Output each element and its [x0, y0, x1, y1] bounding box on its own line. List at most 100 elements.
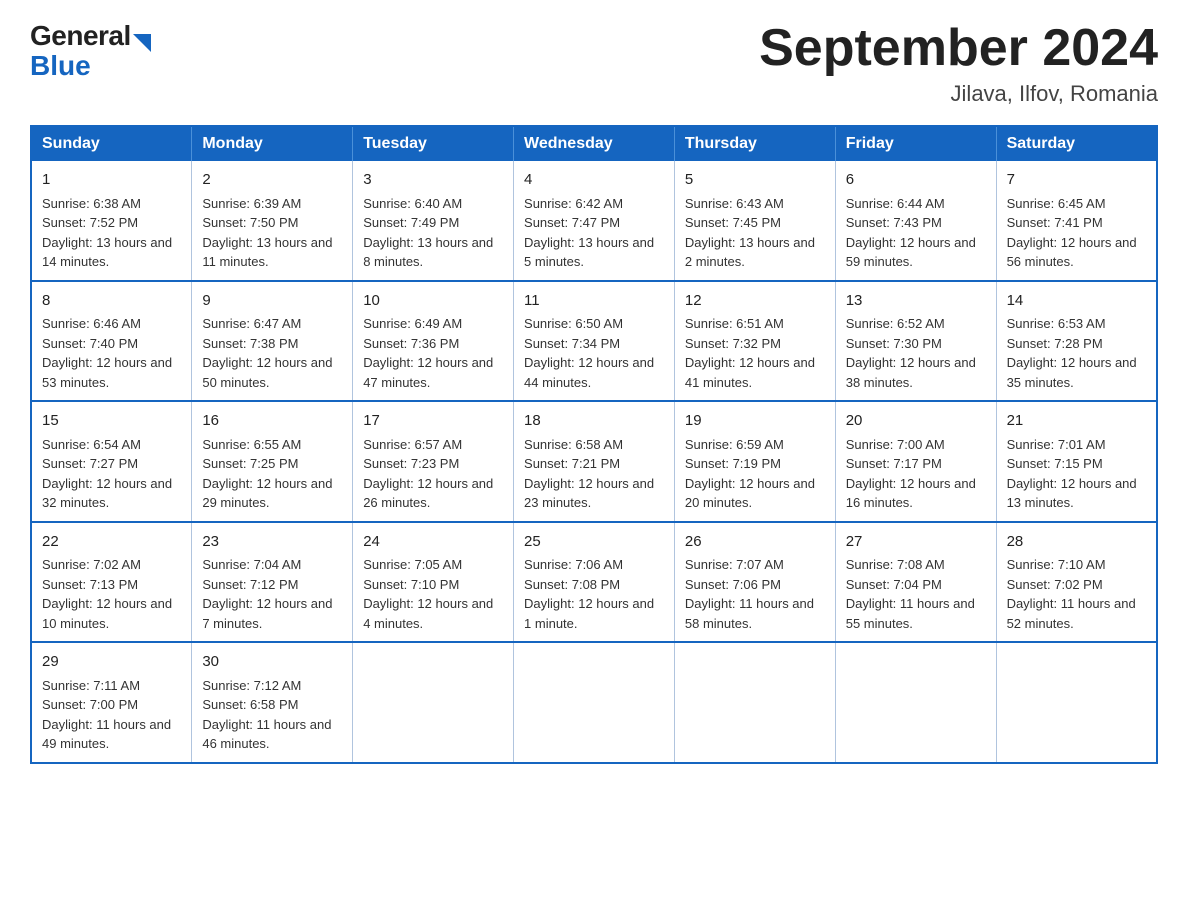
weekday-header-monday: Monday: [192, 126, 353, 161]
day-info: Sunrise: 6:52 AMSunset: 7:30 PMDaylight:…: [846, 316, 976, 390]
calendar-week-row: 8Sunrise: 6:46 AMSunset: 7:40 PMDaylight…: [31, 281, 1157, 402]
calendar-cell: 18 Sunrise: 6:58 AMSunset: 7:21 PMDayligh…: [514, 401, 675, 522]
calendar-cell: 3 Sunrise: 6:40 AMSunset: 7:49 PMDaylight…: [353, 161, 514, 281]
day-number: 16: [202, 410, 342, 433]
day-info: Sunrise: 6:59 AMSunset: 7:19 PMDaylight:…: [685, 437, 815, 511]
day-info: Sunrise: 6:43 AMSunset: 7:45 PMDaylight:…: [685, 196, 815, 270]
calendar-cell: 24 Sunrise: 7:05 AMSunset: 7:10 PMDayligh…: [353, 522, 514, 643]
day-info: Sunrise: 7:12 AMSunset: 6:58 PMDaylight:…: [202, 678, 331, 752]
day-info: Sunrise: 7:05 AMSunset: 7:10 PMDaylight:…: [363, 557, 493, 631]
day-info: Sunrise: 6:39 AMSunset: 7:50 PMDaylight:…: [202, 196, 332, 270]
calendar-cell: 12 Sunrise: 6:51 AMSunset: 7:32 PMDayligh…: [674, 281, 835, 402]
day-info: Sunrise: 7:10 AMSunset: 7:02 PMDaylight:…: [1007, 557, 1136, 631]
day-info: Sunrise: 7:06 AMSunset: 7:08 PMDaylight:…: [524, 557, 654, 631]
calendar-week-row: 22Sunrise: 7:02 AMSunset: 7:13 PMDayligh…: [31, 522, 1157, 643]
day-info: Sunrise: 7:02 AMSunset: 7:13 PMDaylight:…: [42, 557, 172, 631]
day-number: 29: [42, 651, 181, 674]
day-number: 30: [202, 651, 342, 674]
calendar-title: September 2024: [759, 20, 1158, 77]
calendar-cell: 28 Sunrise: 7:10 AMSunset: 7:02 PMDayligh…: [996, 522, 1157, 643]
day-info: Sunrise: 7:07 AMSunset: 7:06 PMDaylight:…: [685, 557, 814, 631]
calendar-cell: 23 Sunrise: 7:04 AMSunset: 7:12 PMDayligh…: [192, 522, 353, 643]
day-number: 23: [202, 531, 342, 554]
calendar-cell: 30 Sunrise: 7:12 AMSunset: 6:58 PMDayligh…: [192, 642, 353, 763]
calendar-cell: [996, 642, 1157, 763]
calendar-cell: [353, 642, 514, 763]
day-number: 17: [363, 410, 503, 433]
day-number: 21: [1007, 410, 1146, 433]
day-info: Sunrise: 6:51 AMSunset: 7:32 PMDaylight:…: [685, 316, 815, 390]
day-number: 28: [1007, 531, 1146, 554]
calendar-cell: 1 Sunrise: 6:38 AMSunset: 7:52 PMDaylight…: [31, 161, 192, 281]
logo: General Blue: [30, 20, 151, 80]
calendar-cell: 2 Sunrise: 6:39 AMSunset: 7:50 PMDaylight…: [192, 161, 353, 281]
day-info: Sunrise: 6:44 AMSunset: 7:43 PMDaylight:…: [846, 196, 976, 270]
calendar-week-row: 1 Sunrise: 6:38 AMSunset: 7:52 PMDaylight…: [31, 161, 1157, 281]
day-number: 25: [524, 531, 664, 554]
weekday-header-wednesday: Wednesday: [514, 126, 675, 161]
day-info: Sunrise: 6:54 AMSunset: 7:27 PMDaylight:…: [42, 437, 172, 511]
calendar-week-row: 29 Sunrise: 7:11 AMSunset: 7:00 PMDayligh…: [31, 642, 1157, 763]
day-number: 2: [202, 169, 342, 192]
day-info: Sunrise: 6:55 AMSunset: 7:25 PMDaylight:…: [202, 437, 332, 511]
day-number: 24: [363, 531, 503, 554]
day-info: Sunrise: 6:42 AMSunset: 7:47 PMDaylight:…: [524, 196, 654, 270]
calendar-cell: 6 Sunrise: 6:44 AMSunset: 7:43 PMDaylight…: [835, 161, 996, 281]
weekday-header-tuesday: Tuesday: [353, 126, 514, 161]
day-number: 13: [846, 290, 986, 313]
day-info: Sunrise: 6:38 AMSunset: 7:52 PMDaylight:…: [42, 196, 172, 270]
day-info: Sunrise: 6:49 AMSunset: 7:36 PMDaylight:…: [363, 316, 493, 390]
calendar-cell: 8Sunrise: 6:46 AMSunset: 7:40 PMDaylight…: [31, 281, 192, 402]
day-number: 5: [685, 169, 825, 192]
day-number: 18: [524, 410, 664, 433]
calendar-cell: 10 Sunrise: 6:49 AMSunset: 7:36 PMDayligh…: [353, 281, 514, 402]
calendar-cell: 21 Sunrise: 7:01 AMSunset: 7:15 PMDayligh…: [996, 401, 1157, 522]
calendar-cell: 5 Sunrise: 6:43 AMSunset: 7:45 PMDaylight…: [674, 161, 835, 281]
day-number: 4: [524, 169, 664, 192]
day-info: Sunrise: 6:45 AMSunset: 7:41 PMDaylight:…: [1007, 196, 1137, 270]
calendar-cell: [674, 642, 835, 763]
day-number: 3: [363, 169, 503, 192]
day-number: 9: [202, 290, 342, 313]
day-number: 26: [685, 531, 825, 554]
calendar-cell: 15 Sunrise: 6:54 AMSunset: 7:27 PMDayligh…: [31, 401, 192, 522]
day-info: Sunrise: 7:01 AMSunset: 7:15 PMDaylight:…: [1007, 437, 1137, 511]
day-info: Sunrise: 6:53 AMSunset: 7:28 PMDaylight:…: [1007, 316, 1137, 390]
calendar-cell: [835, 642, 996, 763]
logo-arrow-icon: [133, 34, 151, 52]
day-number: 12: [685, 290, 825, 313]
day-number: 20: [846, 410, 986, 433]
day-info: Sunrise: 7:00 AMSunset: 7:17 PMDaylight:…: [846, 437, 976, 511]
logo-general-text: General: [30, 20, 131, 52]
calendar-cell: 19 Sunrise: 6:59 AMSunset: 7:19 PMDayligh…: [674, 401, 835, 522]
calendar-cell: 13 Sunrise: 6:52 AMSunset: 7:30 PMDayligh…: [835, 281, 996, 402]
day-info: Sunrise: 6:58 AMSunset: 7:21 PMDaylight:…: [524, 437, 654, 511]
day-number: 19: [685, 410, 825, 433]
day-info: Sunrise: 7:04 AMSunset: 7:12 PMDaylight:…: [202, 557, 332, 631]
weekday-header-thursday: Thursday: [674, 126, 835, 161]
day-info: Sunrise: 7:08 AMSunset: 7:04 PMDaylight:…: [846, 557, 975, 631]
day-info: Sunrise: 6:57 AMSunset: 7:23 PMDaylight:…: [363, 437, 493, 511]
calendar-cell: 29 Sunrise: 7:11 AMSunset: 7:00 PMDayligh…: [31, 642, 192, 763]
day-info: Sunrise: 6:46 AMSunset: 7:40 PMDaylight:…: [42, 316, 172, 390]
day-number: 6: [846, 169, 986, 192]
calendar-cell: 20 Sunrise: 7:00 AMSunset: 7:17 PMDayligh…: [835, 401, 996, 522]
weekday-header-saturday: Saturday: [996, 126, 1157, 161]
logo-blue-text: Blue: [30, 50, 91, 81]
day-number: 15: [42, 410, 181, 433]
calendar-cell: 11 Sunrise: 6:50 AMSunset: 7:34 PMDayligh…: [514, 281, 675, 402]
day-info: Sunrise: 7:11 AMSunset: 7:00 PMDaylight:…: [42, 678, 171, 752]
day-info: Sunrise: 6:50 AMSunset: 7:34 PMDaylight:…: [524, 316, 654, 390]
calendar-subtitle: Jilava, Ilfov, Romania: [759, 81, 1158, 107]
calendar-cell: 27Sunrise: 7:08 AMSunset: 7:04 PMDayligh…: [835, 522, 996, 643]
weekday-header-friday: Friday: [835, 126, 996, 161]
calendar-title-block: September 2024 Jilava, Ilfov, Romania: [759, 20, 1158, 107]
calendar-header-row: SundayMondayTuesdayWednesdayThursdayFrid…: [31, 126, 1157, 161]
calendar-table: SundayMondayTuesdayWednesdayThursdayFrid…: [30, 125, 1158, 764]
day-number: 11: [524, 290, 664, 313]
day-number: 1: [42, 169, 181, 192]
calendar-week-row: 15 Sunrise: 6:54 AMSunset: 7:27 PMDayligh…: [31, 401, 1157, 522]
day-info: Sunrise: 6:40 AMSunset: 7:49 PMDaylight:…: [363, 196, 493, 270]
day-number: 10: [363, 290, 503, 313]
calendar-cell: 22Sunrise: 7:02 AMSunset: 7:13 PMDayligh…: [31, 522, 192, 643]
